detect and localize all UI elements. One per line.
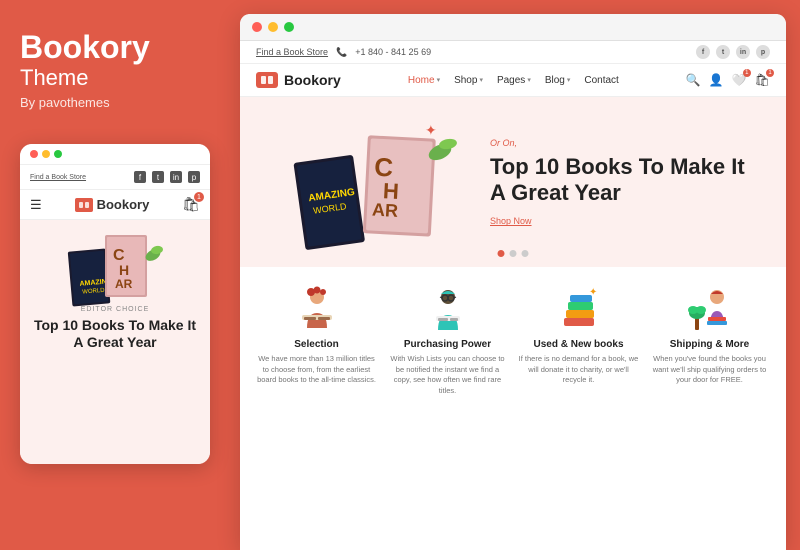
cart-icon[interactable]: 🛍 1 [755,73,770,87]
svg-text:✦: ✦ [589,287,597,298]
left-panel: Bookory Theme By pavothemes Find a Book … [0,0,230,550]
mobile-logo-row: ☰ Bookory 🛍 1 [20,190,210,220]
mobile-dot-yellow [42,150,50,158]
browser-window: Find a Book Store 📞 +1 840 - 841 25 69 f… [240,14,786,550]
mobile-dot-red [30,150,38,158]
svg-text:✦: ✦ [425,122,437,138]
brand-title: Bookory [20,30,210,65]
site-navbar: Bookory Home ▾ Shop ▾ Pages ▾ Blog ▾ [240,64,786,97]
purchasing-power-title: Purchasing Power [404,339,491,350]
nav-shop[interactable]: Shop ▾ [454,75,483,86]
site-logo-text: Bookory [284,72,341,88]
mobile-logo-icon [75,198,93,212]
mobile-topbar [20,144,210,165]
mobile-social-icons: f t in p [134,171,200,183]
user-icon[interactable]: 👤 [709,73,724,87]
pinterest-icon[interactable]: p [756,45,770,59]
site-topbar-left: Find a Book Store 📞 +1 840 - 841 25 69 [256,47,431,58]
wishlist-badge: 1 [743,69,751,77]
shipping-desc: When you've found the books you want we'… [649,354,770,386]
browser-chrome [240,14,786,41]
site-topbar: Find a Book Store 📞 +1 840 - 841 25 69 f… [240,41,786,64]
nav-pages[interactable]: Pages ▾ [497,75,531,86]
hero-dot-3[interactable] [522,250,529,257]
feature-used-new-books: ✦ Used & New books If there is no demand… [518,283,639,396]
mobile-dot-green [54,150,62,158]
home-dropdown-icon: ▾ [437,76,441,84]
browser-content: Find a Book Store 📞 +1 840 - 841 25 69 f… [240,41,786,550]
nav-contact[interactable]: Contact [584,75,618,86]
purchasing-power-desc: With Wish Lists you can choose to be not… [387,354,508,396]
feature-selection: Selection We have more than 13 million t… [256,283,377,396]
feature-purchasing-power: Purchasing Power With Wish Lists you can… [387,283,508,396]
browser-minimize-dot[interactable] [268,22,278,32]
used-new-books-title: Used & New books [533,339,623,350]
facebook-icon[interactable]: f [696,45,710,59]
site-phone: +1 840 - 841 25 69 [355,47,431,57]
mobile-hero-books: AMAZING WORLD C H AR [65,230,165,300]
shop-dropdown-icon: ▾ [479,76,483,84]
shipping-icon [685,283,735,333]
feature-shipping: Shipping & More When you've found the bo… [649,283,770,396]
instagram-icon[interactable]: in [736,45,750,59]
hero-books-area: AMAZING WORLD C H AR ✦ [270,117,470,247]
mobile-facebook-icon: f [134,171,146,183]
svg-text:AR: AR [115,277,133,291]
hero-slider-dots [498,250,529,257]
mobile-cart-badge: 1 [194,192,204,202]
wishlist-icon[interactable]: 🤍 1 [732,73,747,87]
selection-icon [292,283,342,333]
hero-cta-link[interactable]: Shop Now [490,216,756,226]
site-nav-icons: 🔍 👤 🤍 1 🛍 1 [686,73,770,87]
mobile-logo-text: Bookory [97,197,150,212]
mobile-link[interactable]: Find a Book Store [30,174,86,181]
site-nav-links: Home ▾ Shop ▾ Pages ▾ Blog ▾ Contact [408,75,619,86]
pages-dropdown-icon: ▾ [527,76,531,84]
mobile-twitter-icon: t [152,171,164,183]
shipping-title: Shipping & More [670,339,749,350]
nav-blog[interactable]: Blog ▾ [545,75,571,86]
mobile-hero-title: Top 10 Books To Make It A Great Year [30,317,200,351]
blog-dropdown-icon: ▾ [567,76,571,84]
purchasing-power-icon [423,283,473,333]
site-features: Selection We have more than 13 million t… [240,267,786,408]
mobile-mockup: Find a Book Store f t in p ☰ Bookory [20,144,210,464]
browser-close-dot[interactable] [252,22,262,32]
hero-dot-1[interactable] [498,250,505,257]
mobile-hamburger-icon[interactable]: ☰ [30,197,42,213]
hero-title: Top 10 Books To Make It A Great Year [490,154,756,207]
twitter-icon[interactable]: t [716,45,730,59]
mobile-nav: Find a Book Store f t in p [20,165,210,190]
nav-home[interactable]: Home ▾ [408,75,440,86]
svg-text:H: H [119,262,129,278]
used-new-books-icon: ✦ [554,283,604,333]
selection-title: Selection [294,339,338,350]
hero-dot-2[interactable] [510,250,517,257]
mobile-instagram-icon: in [170,171,182,183]
mobile-pinterest-icon: p [188,171,200,183]
hero-text: Or On, Top 10 Books To Make It A Great Y… [470,138,756,227]
search-icon[interactable]: 🔍 [686,73,701,87]
mobile-hero: AMAZING WORLD C H AR EDITOR CHOICE Top 1… [20,220,210,464]
site-logo-icon [256,72,278,88]
cart-badge: 1 [766,69,774,77]
svg-text:AR: AR [372,200,399,221]
browser-maximize-dot[interactable] [284,22,294,32]
site-topbar-right: f t in p [696,45,770,59]
site-logo: Bookory [256,72,341,88]
brand-subtitle: Theme [20,65,210,91]
phone-icon: 📞 [336,47,347,58]
mobile-window-dots [30,150,62,158]
selection-desc: We have more than 13 million titles to c… [256,354,377,386]
mobile-logo: Bookory [75,197,150,212]
mobile-cart-icon[interactable]: 🛍 1 [182,196,200,213]
hero-decorative-label: Or On, [490,138,756,148]
brand-by: By pavothemes [20,95,210,110]
site-topbar-link[interactable]: Find a Book Store [256,47,328,57]
used-new-books-desc: If there is no demand for a book, we wil… [518,354,639,386]
site-hero: AMAZING WORLD C H AR ✦ [240,97,786,267]
